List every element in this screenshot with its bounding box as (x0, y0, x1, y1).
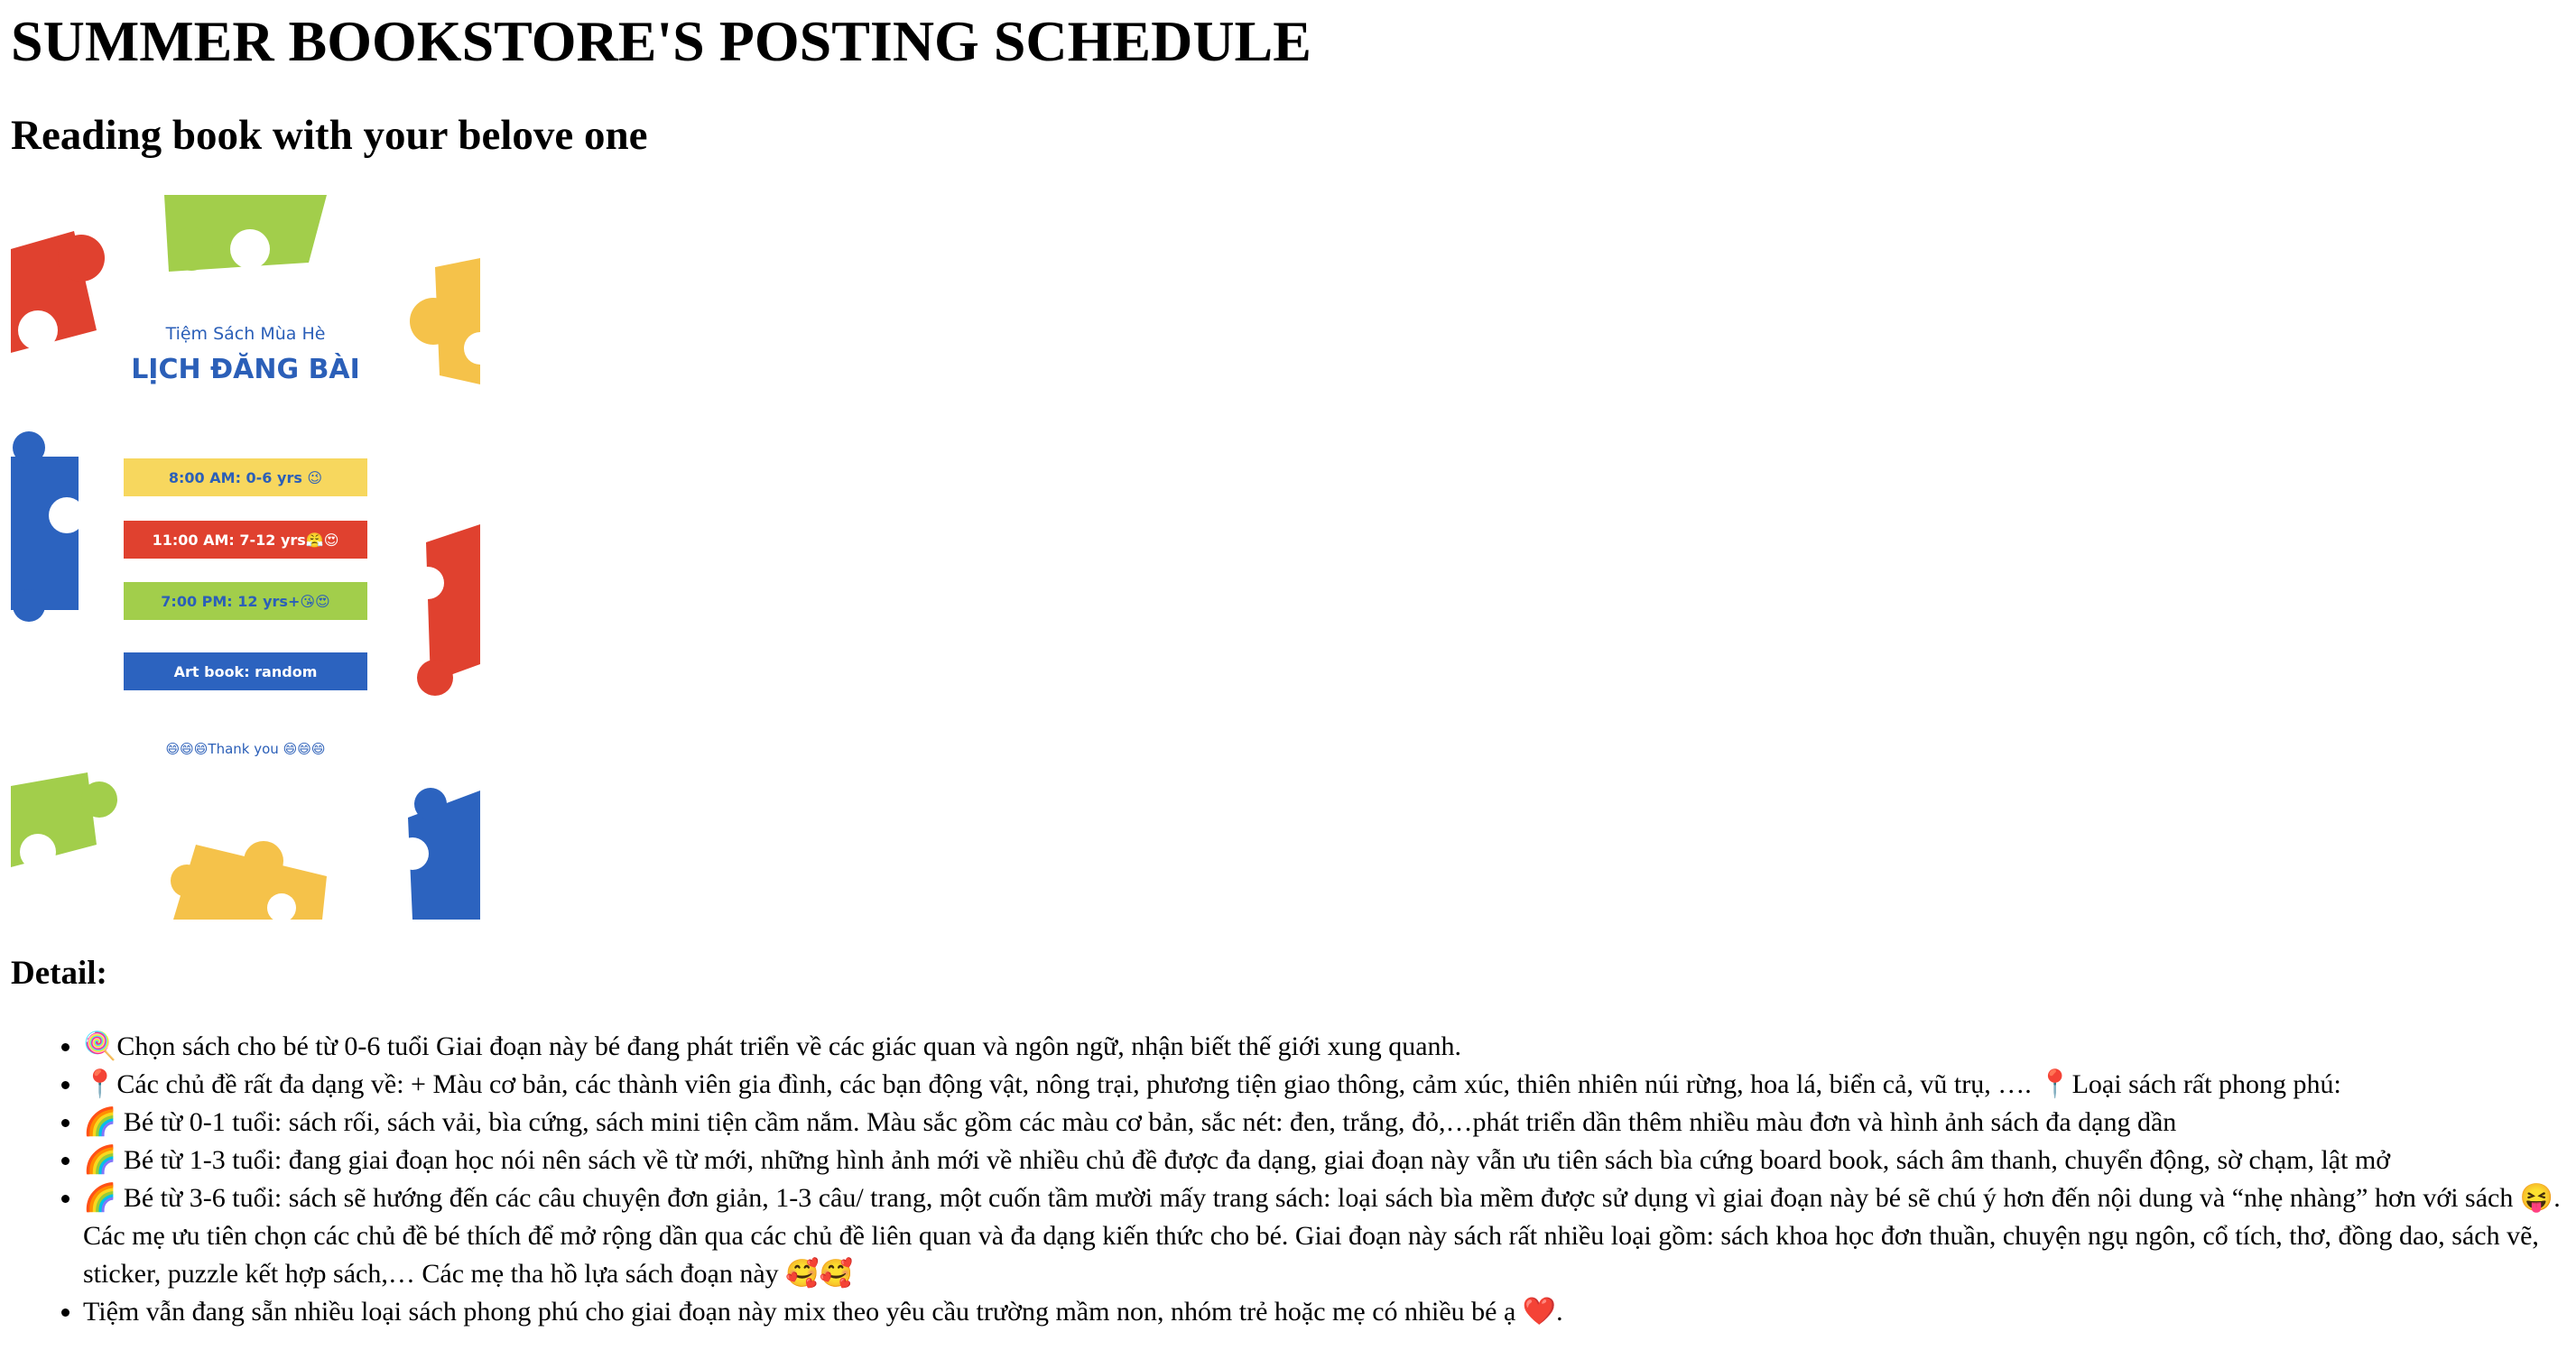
puzzle-piece-blue-left-icon (11, 431, 85, 622)
detail-item: 🌈 Bé từ 0-1 tuổi: sách rối, sách vải, bì… (83, 1104, 2565, 1142)
poster-heading: LỊCH ĐĂNG BÀI (131, 352, 360, 385)
detail-item: 📍Các chủ đề rất đa dạng về: + Màu cơ bản… (83, 1066, 2565, 1104)
schedule-poster-image: Tiệm Sách Mùa Hè LỊCH ĐĂNG BÀI 8:00 AM: … (11, 195, 480, 920)
poster-shop-name: Tiệm Sách Mùa Hè (165, 324, 326, 344)
poster-thanks: 😄😄😄Thank you 😄😄😄 (166, 741, 326, 757)
detail-heading: Detail: (11, 955, 107, 992)
puzzle-piece-green-bottom-left-icon (11, 772, 117, 870)
detail-item: 🌈 Bé từ 1-3 tuổi: đang giai đoạn học nói… (83, 1142, 2565, 1179)
slot-noon-label: 11:00 AM: 7-12 yrs😤😍 (153, 532, 339, 549)
detail-list: 🍭Chọn sách cho bé từ 0-6 tuổi Giai đoạn … (11, 1028, 2565, 1331)
puzzle-piece-red-right-icon (412, 524, 480, 696)
puzzle-piece-green-top-icon (164, 195, 327, 272)
puzzle-piece-blue-bottom-right-icon (396, 788, 480, 920)
detail-item: 🍭Chọn sách cho bé từ 0-6 tuổi Giai đoạn … (83, 1028, 2565, 1066)
page-title: SUMMER BOOKSTORE'S POSTING SCHEDULE (11, 9, 1311, 73)
puzzle-piece-red-top-left-icon (11, 231, 105, 353)
page: SUMMER BOOKSTORE'S POSTING SCHEDULE Read… (0, 5, 2576, 1331)
puzzle-piece-yellow-top-right-icon (410, 258, 480, 384)
slot-artbook-label: Art book: random (174, 663, 318, 680)
detail-item: 🌈 Bé từ 3-6 tuổi: sách sẽ hướng đến các … (83, 1179, 2565, 1293)
detail-item: Tiệm vẫn đang sẵn nhiều loại sách phong … (83, 1293, 2565, 1331)
slot-morning-label: 8:00 AM: 0-6 yrs 😉 (169, 469, 322, 486)
slot-evening-label: 7:00 PM: 12 yrs+😘😍 (161, 593, 329, 610)
page-subtitle: Reading book with your belove one (11, 112, 648, 159)
puzzle-piece-yellow-bottom-icon (171, 841, 327, 920)
